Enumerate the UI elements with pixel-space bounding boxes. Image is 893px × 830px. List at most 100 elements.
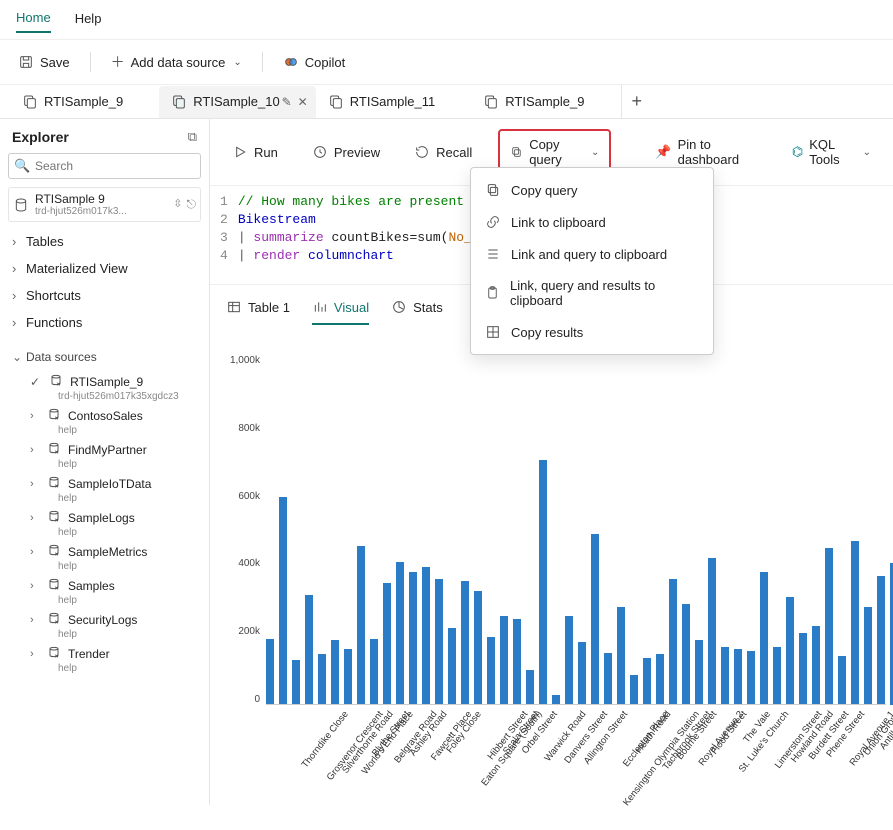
data-source-item[interactable]: ›SampleIoTDatahelp (8, 472, 201, 506)
dd-link-clipboard[interactable]: Link to clipboard (471, 206, 713, 238)
expand-icon[interactable]: ⇳ (173, 197, 182, 212)
doc-tab[interactable]: RTISample_11 (316, 86, 472, 118)
bar[interactable] (292, 660, 300, 706)
doc-tab[interactable]: RTISample_9 (10, 86, 159, 118)
divider (262, 52, 263, 72)
bar[interactable] (799, 633, 807, 705)
bar[interactable] (591, 534, 599, 706)
bar[interactable] (682, 604, 690, 706)
bar[interactable] (435, 579, 443, 705)
bar[interactable] (279, 497, 287, 705)
data-source-item[interactable]: ›SecurityLogshelp (8, 608, 201, 642)
code-lines[interactable]: // How many bikes are present Bikestream… (238, 194, 472, 266)
data-source-item[interactable]: ✓RTISample_9trd-hjut526m017k35xgdcz3 (8, 370, 201, 404)
bar[interactable] (851, 541, 859, 706)
bar[interactable] (565, 616, 573, 705)
tree-group-functions[interactable]: Functions (8, 309, 201, 336)
dd-link-query-clipboard[interactable]: Link and query to clipboard (471, 238, 713, 270)
bar[interactable] (708, 558, 716, 705)
bar[interactable] (773, 647, 781, 705)
bar[interactable] (266, 639, 274, 706)
bar[interactable] (669, 579, 677, 705)
recall-button[interactable]: Recall (406, 140, 480, 164)
current-database[interactable]: RTISample 9trd-hjut526m017k3... ⇳ ⎋ (8, 187, 201, 222)
bar[interactable] (656, 654, 664, 705)
open-external-icon[interactable]: ⎋ (187, 197, 197, 212)
pin-dashboard-button[interactable]: 📌 Pin to dashboard (647, 133, 765, 171)
stats-tab[interactable]: Stats (391, 295, 443, 325)
bar[interactable] (539, 460, 547, 705)
bar[interactable] (825, 548, 833, 706)
plot-area (266, 355, 886, 705)
tree-group-shortcuts[interactable]: Shortcuts (8, 282, 201, 309)
bar[interactable] (721, 647, 729, 705)
data-source-name: SampleLogs (68, 511, 135, 525)
dd-copy-results[interactable]: Copy results (471, 316, 713, 348)
data-source-item[interactable]: ›Trenderhelp (8, 642, 201, 676)
bar[interactable] (305, 595, 313, 705)
bar[interactable] (877, 576, 885, 706)
bar[interactable] (409, 572, 417, 705)
chart: 1,000k800k600k400k200k0 Thorndike CloseG… (210, 325, 893, 805)
bar[interactable] (500, 616, 508, 705)
bar[interactable] (695, 640, 703, 705)
tree-group-tables[interactable]: Tables (8, 228, 201, 255)
dd-copy-query[interactable]: Copy query (471, 174, 713, 206)
bar[interactable] (461, 581, 469, 705)
doc-tab[interactable]: RTISample_9 (471, 86, 620, 118)
visual-tab[interactable]: Visual (312, 295, 369, 325)
rename-tab-icon[interactable]: ✎ (282, 95, 292, 109)
bar[interactable] (396, 562, 404, 706)
bar[interactable] (474, 591, 482, 705)
bar[interactable] (513, 619, 521, 705)
bar[interactable] (526, 670, 534, 705)
bar[interactable] (630, 675, 638, 705)
bar[interactable] (487, 637, 495, 705)
bar[interactable] (643, 658, 651, 705)
bar[interactable] (617, 607, 625, 705)
data-source-item[interactable]: ›ContosoSaleshelp (8, 404, 201, 438)
bar[interactable] (370, 639, 378, 706)
bar[interactable] (331, 640, 339, 705)
bar[interactable] (422, 567, 430, 705)
data-sources-header[interactable]: Data sources (8, 344, 201, 370)
data-source-name: FindMyPartner (68, 443, 147, 457)
bar[interactable] (760, 572, 768, 705)
bar[interactable] (747, 651, 755, 705)
bar[interactable] (578, 642, 586, 705)
panel-toggle-icon[interactable]: ⧉ (188, 129, 197, 145)
bar[interactable] (786, 597, 794, 706)
bar[interactable] (812, 626, 820, 705)
table-tab[interactable]: Table 1 (226, 295, 290, 325)
data-source-item[interactable]: ›SampleLogshelp (8, 506, 201, 540)
kql-tools-button[interactable]: ⌬ KQL Tools ⌄ (784, 133, 879, 171)
data-source-item[interactable]: ›Sampleshelp (8, 574, 201, 608)
data-source-item[interactable]: ›FindMyPartnerhelp (8, 438, 201, 472)
database-ref-icon (48, 372, 64, 391)
bar[interactable] (838, 656, 846, 705)
dd-link-query-results[interactable]: Link, query and results to clipboard (471, 270, 713, 316)
bar[interactable] (864, 607, 872, 705)
queryset-icon (483, 94, 499, 110)
bar[interactable] (734, 649, 742, 705)
data-source-item[interactable]: ›SampleMetricshelp (8, 540, 201, 574)
bar[interactable] (318, 654, 326, 705)
bar[interactable] (344, 649, 352, 705)
menu-help[interactable]: Help (75, 7, 102, 32)
copilot-button[interactable]: Copilot (275, 50, 353, 74)
bar[interactable] (604, 653, 612, 706)
new-tab-button[interactable]: + (621, 85, 653, 118)
add-data-source-button[interactable]: ＋ Add data source ⌄ (103, 48, 250, 76)
close-tab-icon[interactable]: ✕ (298, 95, 308, 109)
bar[interactable] (357, 546, 365, 705)
tree-group-materialized-view[interactable]: Materialized View (8, 255, 201, 282)
search-input[interactable] (8, 153, 201, 179)
bar[interactable] (383, 583, 391, 706)
preview-button[interactable]: Preview (304, 140, 388, 164)
bar[interactable] (448, 628, 456, 705)
data-source-sub: help (30, 527, 197, 538)
doc-tab-active[interactable]: RTISample_10 ✎ ✕ (159, 86, 315, 118)
run-button[interactable]: Run (224, 140, 286, 164)
save-button[interactable]: Save (10, 50, 78, 74)
menu-home[interactable]: Home (16, 6, 51, 33)
